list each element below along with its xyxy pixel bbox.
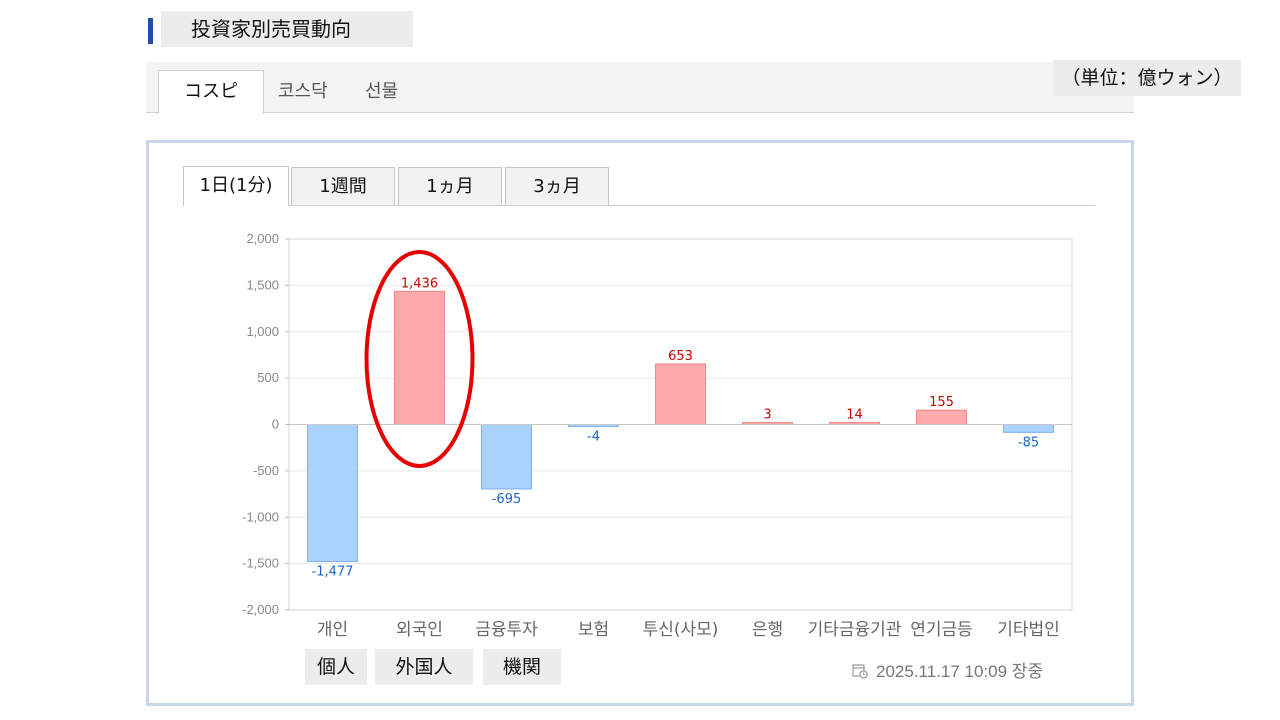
bar-data-label: -85: [1018, 435, 1039, 450]
x-tick-label: 보험: [578, 620, 609, 640]
x-tick-label: 연기금등: [910, 620, 973, 640]
bar-data-label: 14: [846, 408, 863, 423]
y-tick-label: 0: [272, 417, 279, 432]
x-tick-label: 개인: [317, 620, 348, 640]
y-tick-label: -500: [253, 463, 279, 478]
y-tick-label: 2,000: [246, 231, 279, 246]
y-tick-label: 1,000: [246, 324, 279, 339]
bar-data-label: -1,477: [312, 564, 354, 579]
x-tick-label: 은행: [752, 620, 783, 640]
bar: [655, 363, 706, 426]
timestamp-text: 2025.11.17 10:09 장중: [876, 662, 1044, 681]
bar-data-label: -695: [492, 492, 522, 507]
x-tick-label: 외국인: [396, 620, 443, 640]
x-tick-label: 투신(사모): [643, 620, 719, 640]
bar-data-label: 155: [929, 395, 954, 410]
bar-data-label: 653: [668, 349, 693, 364]
x-tick-label: 금융투자: [475, 620, 538, 640]
x-tick-label: 기타법인: [997, 620, 1060, 640]
investor-bar-chart: 2,000 1,500 1,000 500 0 -500 -1,000 -1,500 -2,00…: [242, 231, 1073, 640]
y-tick-label: -2,000: [242, 602, 279, 617]
bar: [394, 290, 445, 425]
translation-institution: 機関: [483, 649, 561, 685]
bar-data-label: 1,436: [401, 276, 438, 291]
bar: [481, 424, 532, 490]
bar: [1003, 424, 1054, 433]
translation-individual: 個人: [305, 649, 367, 685]
translation-foreigner: 外国人: [375, 649, 473, 685]
calendar-clock-icon: [852, 664, 868, 679]
bar: [307, 424, 358, 562]
bar-data-label: -4: [587, 430, 600, 445]
bar: [916, 409, 967, 425]
bar-data-label: 3: [763, 408, 771, 423]
x-tick-label: 기타금융기관: [808, 620, 902, 640]
y-tick-label: -1,000: [242, 509, 279, 524]
update-timestamp: 2025.11.17 10:09 장중: [852, 657, 1043, 682]
y-tick-label: 500: [257, 370, 279, 385]
y-tick-label: -1,500: [242, 556, 279, 571]
y-tick-label: 1,500: [246, 277, 279, 292]
